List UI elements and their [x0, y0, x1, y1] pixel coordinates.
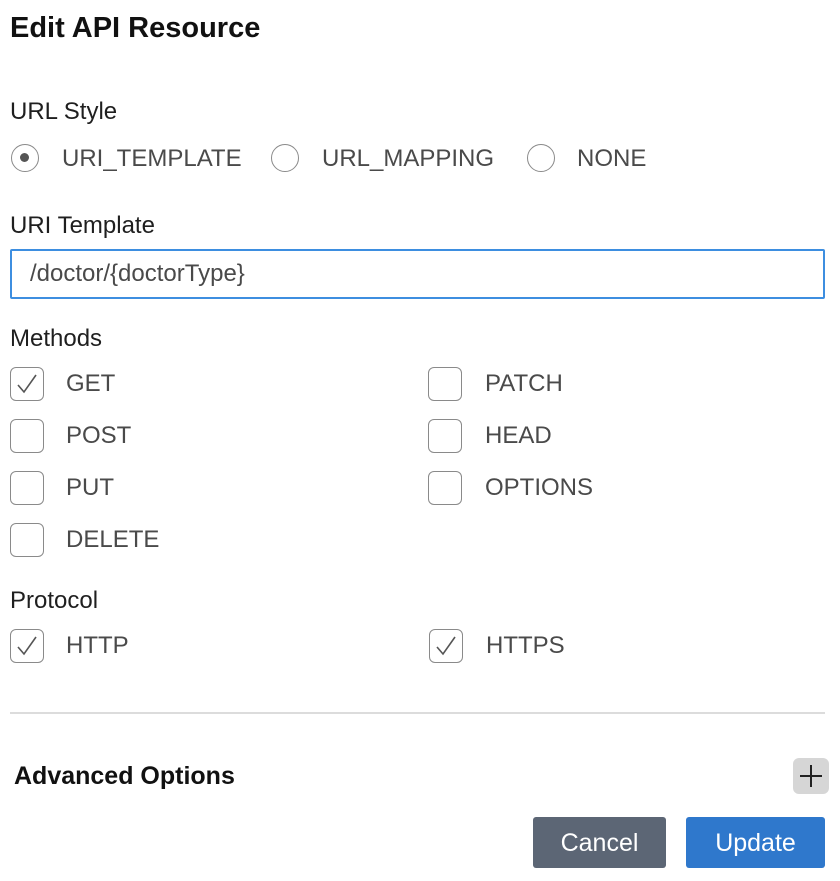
checkbox-head-label[interactable]: HEAD: [485, 421, 552, 451]
dialog-title: Edit API Resource: [10, 12, 261, 44]
checkbox-put[interactable]: [10, 471, 44, 505]
protocol-label: Protocol: [10, 587, 99, 614]
checkbox-put-label[interactable]: PUT: [66, 473, 114, 503]
update-button[interactable]: Update: [686, 817, 825, 868]
checkbox-https[interactable]: [429, 629, 463, 663]
checkbox-get-label[interactable]: GET: [66, 369, 115, 399]
section-divider: [10, 712, 825, 714]
checkbox-patch[interactable]: [428, 367, 462, 401]
methods-label: Methods: [10, 325, 103, 352]
checkbox-post-label[interactable]: POST: [66, 421, 131, 451]
checkbox-options-label[interactable]: OPTIONS: [485, 473, 593, 503]
checkbox-http-label[interactable]: HTTP: [66, 631, 129, 661]
checkbox-get[interactable]: [10, 367, 44, 401]
checkbox-delete[interactable]: [10, 523, 44, 557]
checkbox-delete-label[interactable]: DELETE: [66, 525, 159, 555]
uri-template-label: URI Template: [10, 212, 155, 239]
checkmark-icon: [436, 636, 456, 656]
checkbox-options[interactable]: [428, 471, 462, 505]
advanced-options-toggle[interactable]: [793, 758, 829, 794]
checkmark-icon: [17, 636, 37, 656]
radio-none-label[interactable]: NONE: [577, 144, 646, 174]
radio-uri-template-label[interactable]: URI_TEMPLATE: [62, 144, 242, 174]
radio-uri-template[interactable]: [11, 144, 39, 172]
radio-url-mapping[interactable]: [271, 144, 299, 172]
checkbox-https-label[interactable]: HTTPS: [486, 631, 565, 661]
url-style-label: URL Style: [10, 98, 118, 125]
checkmark-icon: [17, 374, 37, 394]
plus-icon: [800, 765, 822, 787]
checkbox-post[interactable]: [10, 419, 44, 453]
checkbox-patch-label[interactable]: PATCH: [485, 369, 563, 399]
radio-none[interactable]: [527, 144, 555, 172]
radio-url-mapping-label[interactable]: URL_MAPPING: [322, 144, 494, 174]
checkbox-head[interactable]: [428, 419, 462, 453]
advanced-options-title: Advanced Options: [14, 762, 235, 790]
checkbox-http[interactable]: [10, 629, 44, 663]
cancel-button[interactable]: Cancel: [533, 817, 666, 868]
uri-template-input[interactable]: [10, 249, 825, 299]
